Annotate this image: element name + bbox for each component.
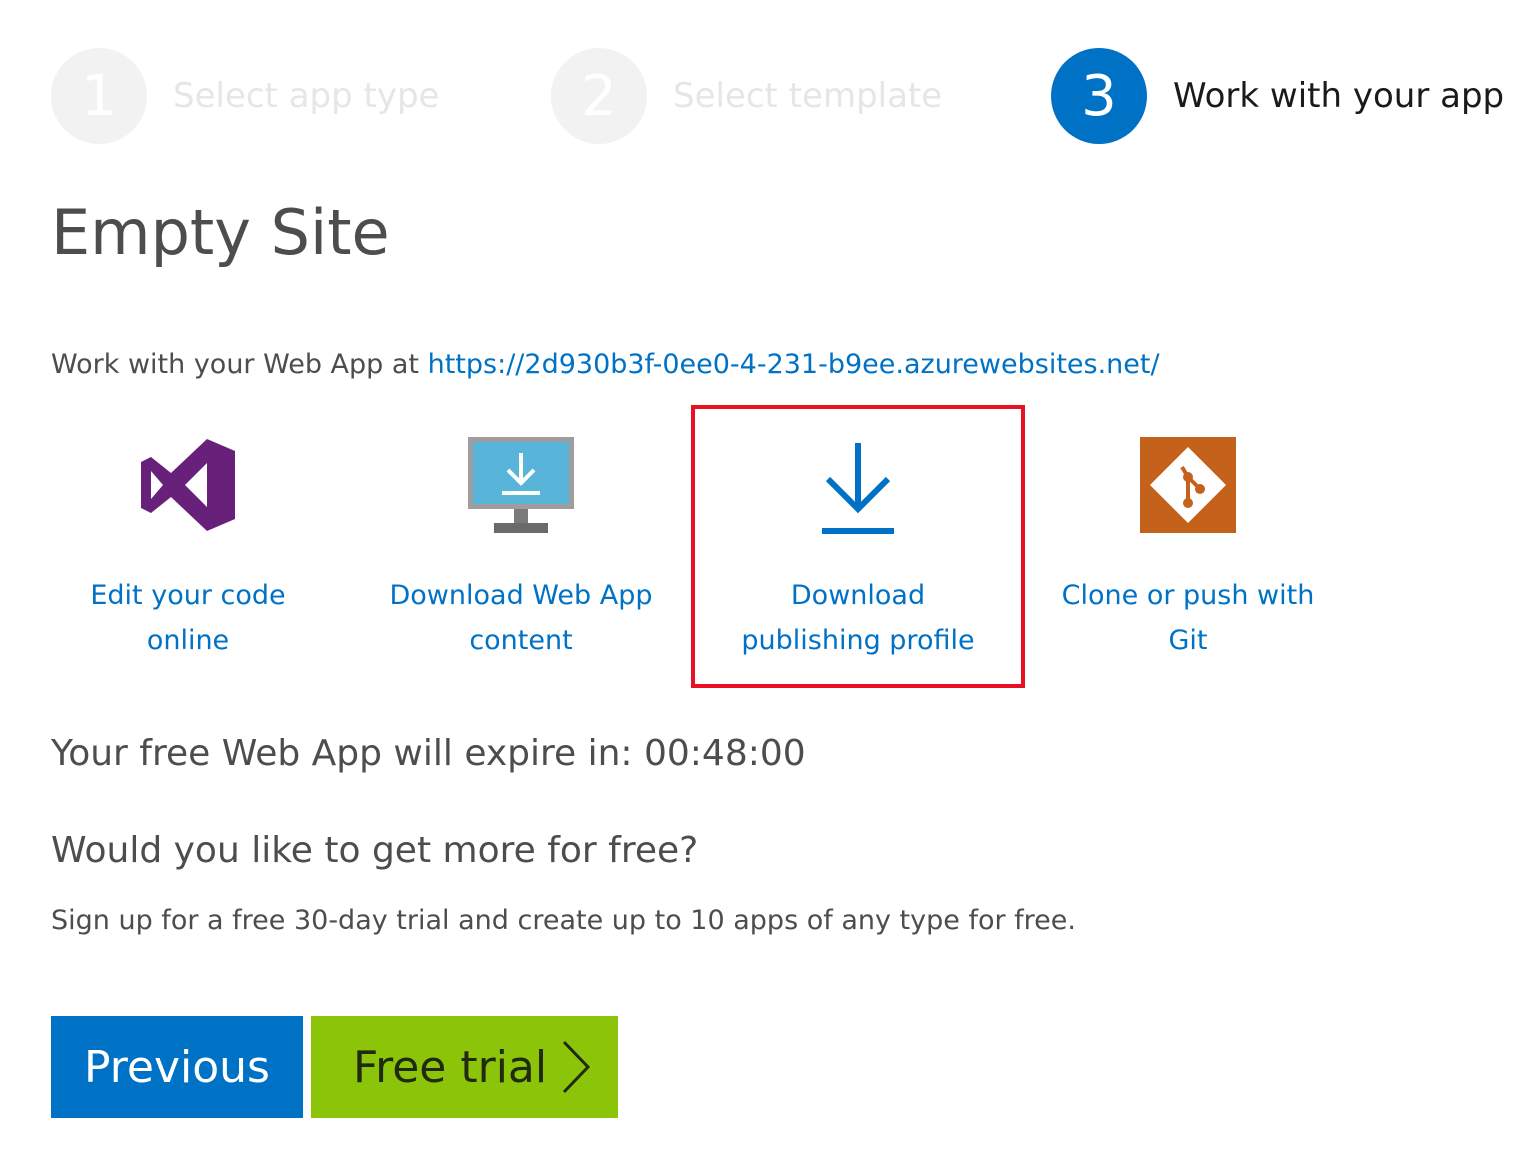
step-label: Work with your app: [1173, 76, 1505, 116]
edit-code-online-action[interactable]: Edit your code online: [21, 405, 355, 688]
page-title: Empty Site: [51, 196, 390, 269]
git-icon: [1133, 435, 1243, 535]
previous-button[interactable]: Previous: [51, 1016, 303, 1118]
step-number-circle: 3: [1051, 48, 1147, 144]
work-with-prefix: Work with your Web App at: [51, 349, 428, 380]
chevron-right-icon: [562, 1040, 591, 1094]
download-publishing-profile-action[interactable]: Download publishing profile: [691, 405, 1025, 688]
work-with-text: Work with your Web App at https://2d930b…: [51, 349, 1160, 380]
visual-studio-icon: [133, 435, 243, 535]
monitor-download-icon: [466, 435, 576, 535]
step-number-circle: 1: [51, 48, 147, 144]
action-label: Clone or push with Git: [1061, 580, 1315, 656]
page: 1 Select app type 2 Select template 3 Wo…: [0, 0, 1535, 1156]
free-trial-button[interactable]: Free trial: [311, 1016, 618, 1118]
expire-countdown: Your free Web App will expire in: 00:48:…: [51, 733, 806, 774]
wizard-step-1[interactable]: 1 Select app type: [51, 48, 439, 144]
step-label: Select app type: [173, 76, 440, 116]
web-app-url-link[interactable]: https://2d930b3f-0ee0-4-231-b9ee.azurewe…: [428, 349, 1160, 380]
step-label: Select template: [673, 76, 943, 116]
free-trial-button-label: Free trial: [353, 1041, 548, 1093]
wizard-step-3[interactable]: 3 Work with your app: [1051, 48, 1504, 144]
action-label: Download Web App content: [389, 580, 653, 656]
clone-push-git-action[interactable]: Clone or push with Git: [1021, 405, 1355, 688]
step-number-circle: 2: [551, 48, 647, 144]
previous-button-label: Previous: [84, 1041, 270, 1093]
wizard-step-2[interactable]: 2 Select template: [551, 48, 942, 144]
signup-description: Sign up for a free 30-day trial and crea…: [51, 905, 1076, 936]
download-web-app-content-action[interactable]: Download Web App content: [354, 405, 688, 688]
more-for-free-heading: Would you like to get more for free?: [51, 830, 699, 871]
download-arrow-icon: [803, 439, 913, 539]
action-label: Download publishing profile: [741, 580, 975, 656]
action-label: Edit your code online: [90, 580, 286, 656]
